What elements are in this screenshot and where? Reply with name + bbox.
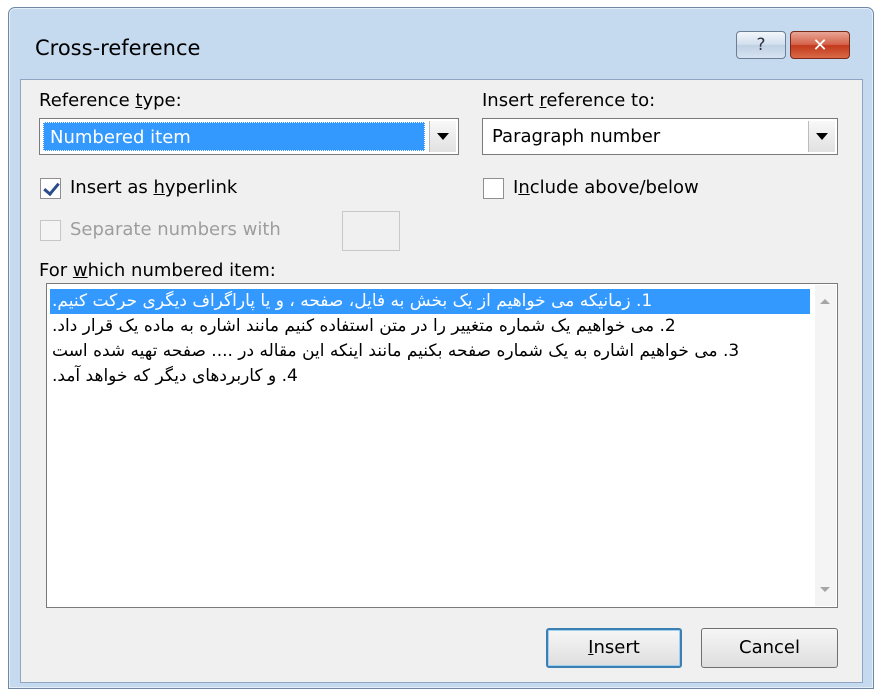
insert-reference-to-label: Insert reference to: <box>482 90 656 111</box>
cross-reference-dialog: Cross-reference ? ✕ Reference type: Numb… <box>8 7 874 689</box>
insert-as-hyperlink-checkbox[interactable] <box>40 178 61 199</box>
scroll-up-icon[interactable] <box>820 299 830 304</box>
chevron-down-icon <box>816 133 828 140</box>
list-item[interactable]: 1. زمانیکه می خواهیم از یک بخش به فایل، … <box>50 289 810 314</box>
dialog-body: Reference type: Numbered item Insert ref… <box>20 79 863 683</box>
chevron-down-icon <box>437 133 449 140</box>
numbered-item-listbox[interactable]: 1. زمانیکه می خواهیم از یک بخش به فایل، … <box>46 283 838 608</box>
include-above-below-label[interactable]: Include above/below <box>513 177 699 198</box>
separate-numbers-input[interactable] <box>342 211 400 251</box>
list-item[interactable]: 2. می خواهیم یک شماره متغییر را در متن ا… <box>50 314 810 339</box>
insert-as-hyperlink-label[interactable]: Insert as hyperlink <box>70 177 237 198</box>
vertical-scrollbar[interactable] <box>815 285 836 606</box>
close-icon: ✕ <box>812 34 828 56</box>
help-icon: ? <box>756 35 766 55</box>
reference-type-dropdown[interactable]: Numbered item <box>39 118 459 155</box>
include-above-below-checkbox[interactable] <box>483 178 504 199</box>
close-button[interactable]: ✕ <box>790 31 850 59</box>
numbered-item-list-label: For which numbered item: <box>39 260 276 281</box>
list-item[interactable]: 4. و کاربردهای دیگر که خواهد آمد. <box>50 364 810 389</box>
list-item[interactable]: 3. می خواهیم اشاره به یک شماره صفحه بکنی… <box>50 339 810 364</box>
scroll-down-icon[interactable] <box>820 587 830 592</box>
cancel-button[interactable]: Cancel <box>701 628 838 668</box>
insert-reference-to-dropdown[interactable]: Paragraph number <box>482 118 838 155</box>
insert-reference-to-value: Paragraph number <box>492 126 661 147</box>
numbered-item-list: 1. زمانیکه می خواهیم از یک بخش به فایل، … <box>48 285 814 606</box>
insert-reference-to-dropdown-arrow[interactable] <box>808 121 835 152</box>
reference-type-dropdown-arrow[interactable] <box>429 121 456 152</box>
separate-numbers-checkbox[interactable] <box>40 220 61 241</box>
dialog-title: Cross-reference <box>35 36 201 60</box>
reference-type-value: Numbered item <box>43 122 425 151</box>
help-button[interactable]: ? <box>736 31 786 59</box>
separate-numbers-label: Separate numbers with <box>70 219 281 240</box>
insert-button[interactable]: Insert <box>546 628 682 668</box>
title-bar[interactable]: Cross-reference ? ✕ <box>9 8 873 80</box>
reference-type-label: Reference type: <box>39 90 182 111</box>
